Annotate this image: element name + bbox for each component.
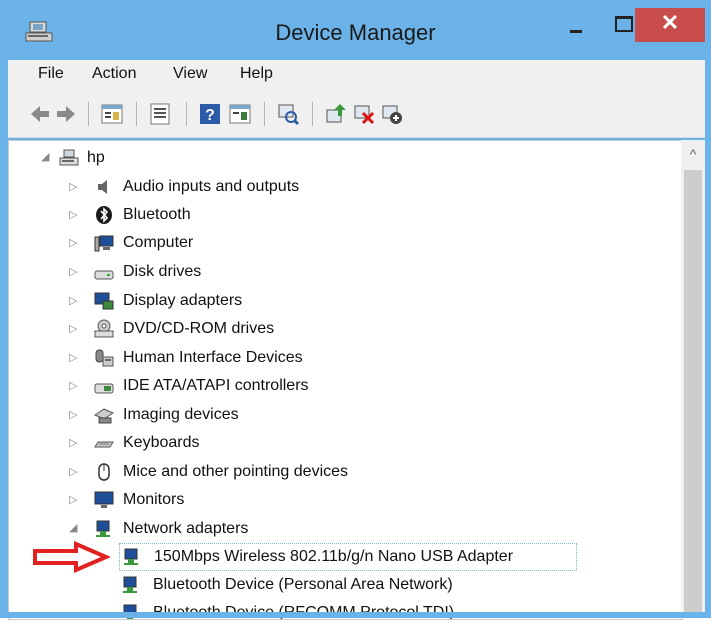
expand-arrow-icon[interactable]: ▷ bbox=[69, 316, 79, 335]
expand-arrow-icon[interactable]: ▷ bbox=[69, 487, 79, 506]
bluetooth-icon bbox=[96, 206, 112, 224]
tree-item-label: Bluetooth Device (Personal Area Network) bbox=[153, 576, 453, 593]
network-adapter-icon bbox=[123, 576, 137, 593]
console-tree-icon[interactable] bbox=[228, 102, 252, 126]
expand-arrow-icon[interactable]: ▷ bbox=[69, 288, 79, 307]
computer-root-icon bbox=[59, 149, 79, 166]
imaging-device-icon bbox=[94, 408, 114, 424]
toolbar-separator bbox=[312, 102, 313, 126]
expand-arrow-icon[interactable]: ▷ bbox=[69, 259, 79, 278]
expand-arrow-icon[interactable]: ▷ bbox=[69, 202, 79, 221]
menu-view[interactable]: View bbox=[173, 65, 207, 83]
update-driver-icon[interactable] bbox=[324, 102, 348, 126]
dvd-drive-icon bbox=[94, 319, 114, 338]
tree-item-label: IDE ATA/ATAPI controllers bbox=[123, 377, 309, 394]
toolbar-separator bbox=[136, 102, 137, 126]
tree-item-label: Monitors bbox=[123, 491, 185, 508]
tree-item-label: 150Mbps Wireless 802.11b/g/n Nano USB Ad… bbox=[154, 548, 514, 565]
toolbar-separator bbox=[264, 102, 265, 126]
collapse-arrow-icon[interactable]: ◢ bbox=[41, 144, 51, 163]
uninstall-icon[interactable] bbox=[352, 102, 376, 126]
tree-item-label: Mice and other pointing devices bbox=[123, 463, 349, 480]
monitor-icon bbox=[94, 491, 114, 508]
window-title: Device Manager bbox=[275, 20, 436, 45]
tree-item-label: Bluetooth bbox=[123, 206, 191, 223]
properties-view-icon[interactable] bbox=[100, 102, 124, 126]
forward-icon[interactable] bbox=[54, 102, 78, 126]
window-bottom-border bbox=[0, 612, 711, 618]
back-icon[interactable] bbox=[28, 102, 52, 126]
expand-arrow-icon[interactable]: ▷ bbox=[69, 430, 79, 449]
disk-drive-icon bbox=[94, 270, 114, 280]
expand-arrow-icon[interactable]: ▷ bbox=[69, 459, 79, 478]
menu-file[interactable]: File bbox=[38, 65, 64, 83]
menu-bar: File Action View Help bbox=[8, 60, 705, 93]
tree-item-label: DVD/CD-ROM drives bbox=[123, 320, 275, 337]
toolbar: ? bbox=[8, 92, 705, 138]
svg-text:?: ? bbox=[205, 107, 215, 124]
tree-item-label: Network adapters bbox=[123, 520, 249, 537]
network-adapter-icon bbox=[124, 548, 138, 565]
tree-item-label: Disk drives bbox=[123, 263, 202, 280]
expand-arrow-icon[interactable]: ▷ bbox=[69, 345, 79, 364]
minimize-button[interactable] bbox=[560, 8, 592, 38]
scan-icon[interactable] bbox=[276, 102, 300, 126]
expand-arrow-icon[interactable]: ▷ bbox=[69, 174, 79, 193]
network-adapter-icon bbox=[96, 520, 110, 537]
tree-item-label: Keyboards bbox=[123, 434, 200, 451]
scroll-thumb[interactable] bbox=[684, 170, 702, 618]
menu-help[interactable]: Help bbox=[240, 65, 273, 83]
hid-icon bbox=[95, 349, 114, 367]
red-arrow-annotation-icon bbox=[33, 541, 110, 573]
toolbar-separator bbox=[186, 102, 187, 126]
title-bar[interactable]: Device Manager ✕ bbox=[0, 0, 711, 60]
tree-root-label: hp bbox=[87, 149, 105, 166]
device-manager-window: Device Manager ✕ File Action View Help ?… bbox=[0, 0, 711, 620]
close-button[interactable]: ✕ bbox=[635, 8, 705, 42]
tree-item-label: Computer bbox=[123, 234, 194, 251]
tree-item-label: Display adapters bbox=[123, 292, 243, 309]
display-adapter-icon bbox=[94, 292, 114, 310]
expand-arrow-icon[interactable]: ▷ bbox=[69, 373, 79, 392]
ide-controller-icon bbox=[94, 383, 114, 394]
list-icon[interactable] bbox=[148, 102, 172, 126]
toolbar-separator bbox=[88, 102, 89, 126]
mouse-icon bbox=[98, 463, 110, 481]
scroll-up-icon[interactable]: ^ bbox=[681, 146, 705, 166]
expand-arrow-icon[interactable]: ▷ bbox=[69, 402, 79, 421]
tree-item-label: Imaging devices bbox=[123, 406, 239, 423]
collapse-arrow-icon[interactable]: ◢ bbox=[69, 515, 79, 534]
help-icon[interactable]: ? bbox=[198, 102, 222, 126]
disable-icon[interactable] bbox=[380, 102, 404, 126]
vertical-scrollbar[interactable]: ^ bbox=[681, 140, 705, 618]
computer-icon bbox=[94, 235, 114, 252]
keyboard-icon bbox=[94, 441, 114, 448]
tree-item-wireless-adapter[interactable]: 150Mbps Wireless 802.11b/g/n Nano USB Ad… bbox=[119, 543, 577, 571]
tree-item-label: Audio inputs and outputs bbox=[123, 178, 300, 195]
tree-item-label: Human Interface Devices bbox=[123, 349, 303, 366]
close-icon: ✕ bbox=[660, 10, 680, 35]
menu-action[interactable]: Action bbox=[92, 65, 136, 83]
expand-arrow-icon[interactable]: ▷ bbox=[69, 230, 79, 249]
speaker-icon bbox=[98, 180, 107, 194]
